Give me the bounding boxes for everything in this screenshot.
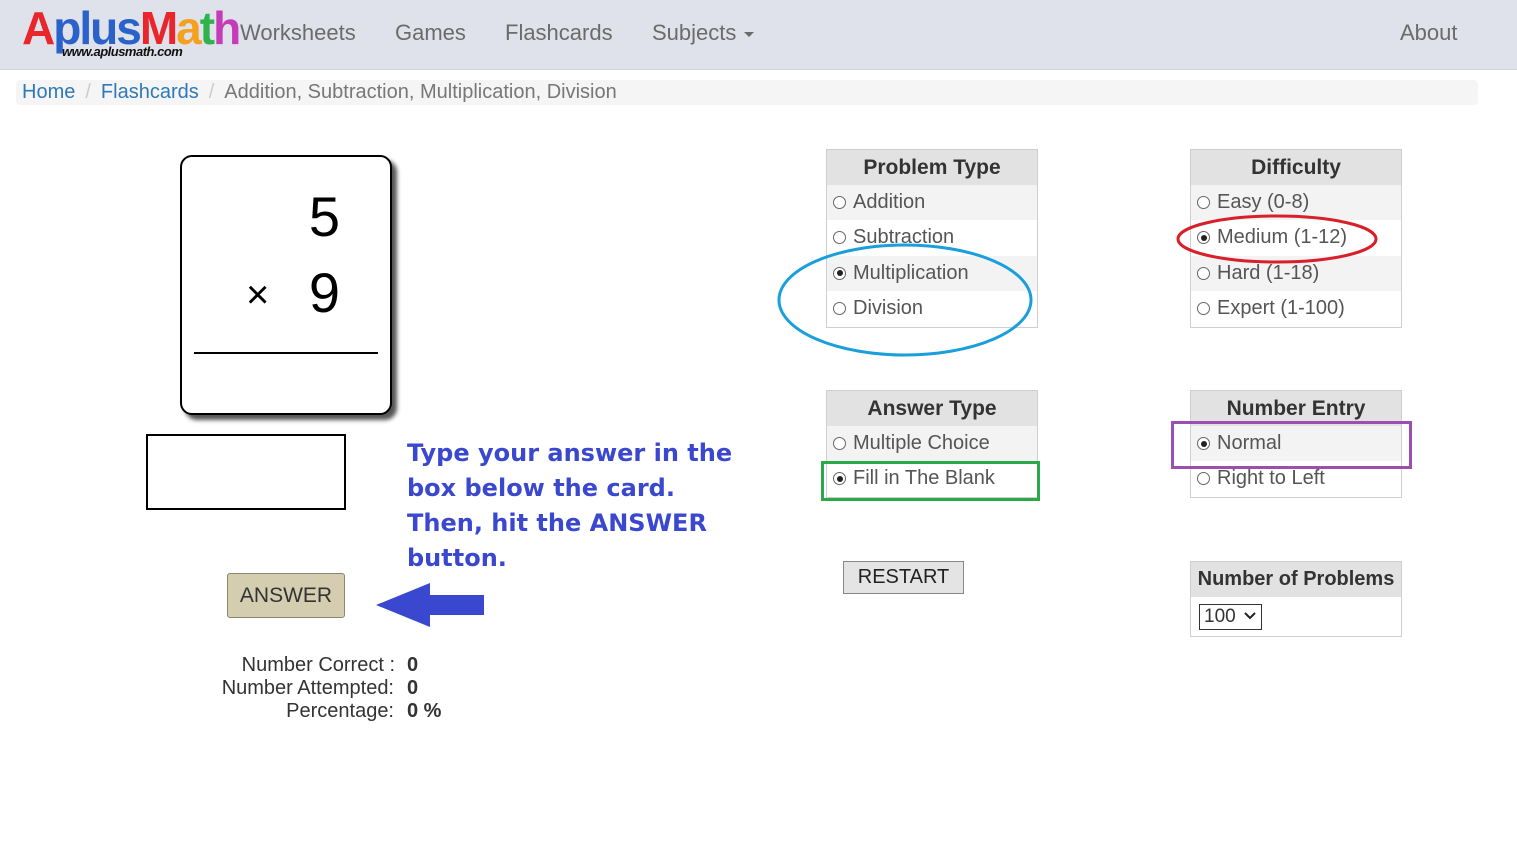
select-value: 100 [1204,606,1236,627]
breadcrumb-current: Addition, Subtraction, Multiplication, D… [224,81,617,103]
option-label: Medium (1-12) [1217,226,1348,249]
option-normal[interactable]: Normal [1191,426,1401,462]
problem-type-options: Addition Subtraction Multiplication Divi… [827,185,1037,326]
restart-button[interactable]: RESTART [843,561,964,594]
option-label: Right to Left [1217,467,1325,490]
radio-checked-icon[interactable] [833,266,846,280]
option-label: Subtraction [853,226,955,249]
option-label: Division [853,296,924,319]
option-multiplication[interactable]: Multiplication [827,255,1037,291]
radio-icon[interactable] [1197,266,1210,280]
option-hard[interactable]: Hard (1-18) [1191,255,1401,291]
option-label: Expert (1-100) [1217,296,1345,319]
instruction-annotation: Type your answer in the box below the ca… [407,436,733,576]
radio-icon[interactable] [1197,301,1210,315]
instruction-line: Then, hit the ANSWER [407,509,707,537]
option-label: Easy (0-8) [1217,191,1310,213]
option-label: Fill in The Blank [853,467,995,490]
breadcrumb-separator: / [85,81,91,103]
logo-url: www.aplusmath.com [62,44,183,59]
option-label: Hard (1-18) [1217,261,1320,284]
number-of-problems-panel: Number of Problems 100 [1190,561,1402,637]
number-of-problems-select[interactable]: 100 [1199,604,1262,630]
radio-checked-icon[interactable] [1197,437,1210,450]
card-top-number: 5 [308,185,340,248]
stat-label: Percentage: [286,700,394,722]
instruction-line: button. [407,544,507,572]
aplusmath-logo[interactable]: AplusMath www.aplusmath.com [22,2,241,64]
number-entry-options: Normal Right to Left [1191,426,1401,497]
stat-label: Number Correct : [241,654,395,676]
difficulty-header: Difficulty [1191,150,1401,185]
option-addition[interactable]: Addition [827,185,1037,221]
option-division[interactable]: Division [827,291,1037,326]
stat-value: 0 % [407,700,442,722]
answer-input[interactable] [146,434,346,510]
option-label: Normal [1217,432,1282,454]
caret-down-icon [744,31,755,37]
radio-icon[interactable] [833,437,846,450]
radio-icon[interactable] [833,196,846,209]
problem-type-header: Problem Type [827,150,1037,185]
number-of-problems-header: Number of Problems [1191,562,1401,597]
option-medium[interactable]: Medium (1-12) [1191,220,1401,255]
option-label: Multiplication [853,261,969,284]
option-easy[interactable]: Easy (0-8) [1191,185,1401,221]
answer-type-panel: Answer Type Multiple Choice Fill in The … [826,390,1038,498]
option-right-to-left[interactable]: Right to Left [1191,461,1401,496]
radio-icon[interactable] [833,301,846,315]
instruction-line: Type your answer in the [407,439,733,467]
nav-games[interactable]: Games [395,20,466,46]
radio-icon[interactable] [1197,472,1210,486]
number-entry-panel: Number Entry Normal Right to Left [1190,390,1402,498]
stat-row: Number Attempted: 0 [0,677,520,701]
navbar: AplusMath www.aplusmath.com Worksheets G… [0,0,1517,70]
option-expert[interactable]: Expert (1-100) [1191,291,1401,326]
card-answer-line [194,352,378,354]
number-entry-header: Number Entry [1191,391,1401,426]
answer-type-header: Answer Type [827,391,1037,426]
breadcrumb-home[interactable]: Home [22,81,75,103]
card-bottom-number: 9 [308,261,340,324]
answer-button[interactable]: ANSWER [227,573,345,618]
breadcrumb-flashcards[interactable]: Flashcards [101,81,199,103]
nav-about[interactable]: About [1400,20,1458,46]
option-label: Multiple Choice [853,432,990,454]
difficulty-panel: Difficulty Easy (0-8) Medium (1-12) Hard… [1190,149,1402,328]
breadcrumb-separator: / [208,81,215,103]
stat-row: Number Correct : 0 [0,654,520,678]
problem-type-panel: Problem Type Addition Subtraction Multip… [826,149,1038,328]
left-arrow-icon [376,583,484,627]
chevron-down-icon [1244,612,1256,620]
difficulty-options: Easy (0-8) Medium (1-12) Hard (1-18) Exp… [1191,185,1401,326]
stat-value: 0 [407,677,419,699]
card-operator: × [246,273,270,317]
nav-flashcards[interactable]: Flashcards [505,20,613,46]
nav-worksheets[interactable]: Worksheets [240,20,356,46]
radio-icon[interactable] [1197,196,1210,209]
option-label: Addition [853,191,926,213]
flashcard: 5 × 9 [180,155,392,415]
breadcrumb: Home / Flashcards / Addition, Subtraction, M… [16,80,1478,105]
option-fill-in-the-blank[interactable]: Fill in The Blank [827,461,1037,496]
stat-label: Number Attempted: [221,677,394,699]
stat-row: Percentage: 0 % [0,700,520,724]
radio-checked-icon[interactable] [1197,231,1210,245]
option-subtraction[interactable]: Subtraction [827,220,1037,255]
radio-checked-icon[interactable] [833,472,846,486]
nav-subjects-label: Subjects [652,20,737,45]
answer-type-options: Multiple Choice Fill in The Blank [827,426,1037,497]
instruction-line: box below the card. [407,474,675,502]
option-multiple-choice[interactable]: Multiple Choice [827,426,1037,462]
stat-value: 0 [407,654,419,676]
radio-icon[interactable] [833,231,846,245]
nav-subjects-dropdown[interactable]: Subjects [652,20,755,46]
